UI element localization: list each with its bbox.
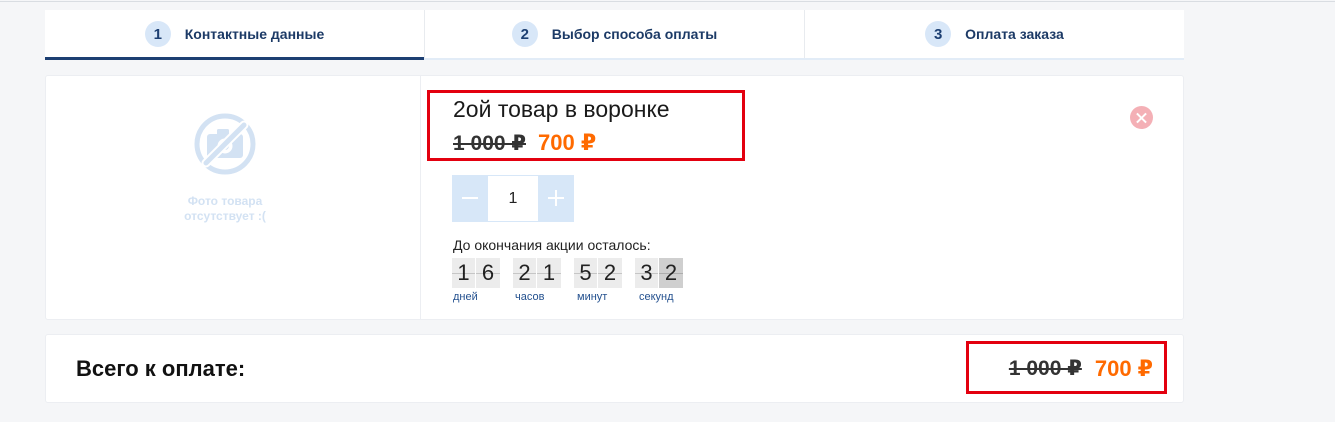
timer-minutes: 5 2 [574,258,622,288]
timer-digit: 2 [598,258,622,288]
total-price: 700 ₽ [1094,355,1153,381]
timer-hours: 2 1 [513,258,561,288]
timer-digit: 2 [513,258,537,288]
step-label: Оплата заказа [965,26,1064,42]
product-image-area: Фото товара отсутствует :( [46,76,421,319]
increase-quantity-button[interactable] [538,175,574,222]
no-photo-text: Фото товара отсутствует :( [184,194,266,223]
timer-unit-label: секунд [639,291,674,303]
timer-unit-label: минут [577,291,608,303]
product-price: 700 ₽ [538,130,597,155]
step-label: Контактные данные [184,26,325,42]
timer-digit: 2 [659,258,683,288]
timer-digit: 1 [452,258,476,288]
timer-digit: 3 [635,258,659,288]
timer-unit-label: часов [515,291,545,303]
timer-units: дней часов минут секунд [452,291,700,304]
minus-icon [462,197,478,199]
order-total-bar: Всего к оплате: 1 000 ₽ 700 ₽ [45,334,1184,403]
step-number-badge: 2 [511,21,538,47]
step-payment-method[interactable]: 2 Выбор способа оплаты [425,10,805,58]
step-order-payment[interactable]: 3 Оплата заказа [805,10,1184,58]
product-prices: 1 000 ₽ 700 ₽ [453,130,596,156]
top-divider [0,1,1335,2]
remove-item-button[interactable] [1130,106,1153,129]
timer-days: 1 6 [452,258,500,288]
timer-unit-label: дней [453,291,478,303]
product-title: 2ой товар в воронке [453,96,670,122]
timer-digit: 1 [537,258,561,288]
cart-item-card: Фото товара отсутствует :( 2ой товар в в… [45,75,1184,320]
checkout-steps: 1 Контактные данные 2 Выбор способа опла… [45,10,1184,60]
promo-timer-caption: До окончания акции осталось: [453,237,651,253]
decrease-quantity-button[interactable] [452,175,488,222]
timer-digit: 6 [476,258,500,288]
product-old-price: 1 000 ₽ [453,131,526,155]
total-prices: 1 000 ₽ 700 ₽ [1009,335,1153,402]
timer-digit: 5 [574,258,598,288]
step-contact-info[interactable]: 1 Контактные данные [45,10,425,60]
total-label: Всего к оплате: [76,356,246,381]
step-number-badge: 1 [144,21,171,47]
step-label: Выбор способа оплаты [551,26,718,42]
timer-seconds: 3 2 [635,258,683,288]
no-photo-icon [194,113,256,175]
promo-countdown-timer: 1 6 2 1 5 2 3 2 [452,258,696,288]
total-old-price: 1 000 ₽ [1008,357,1082,380]
quantity-stepper [452,175,574,222]
quantity-input[interactable] [488,175,538,222]
step-number-badge: 3 [925,21,952,47]
